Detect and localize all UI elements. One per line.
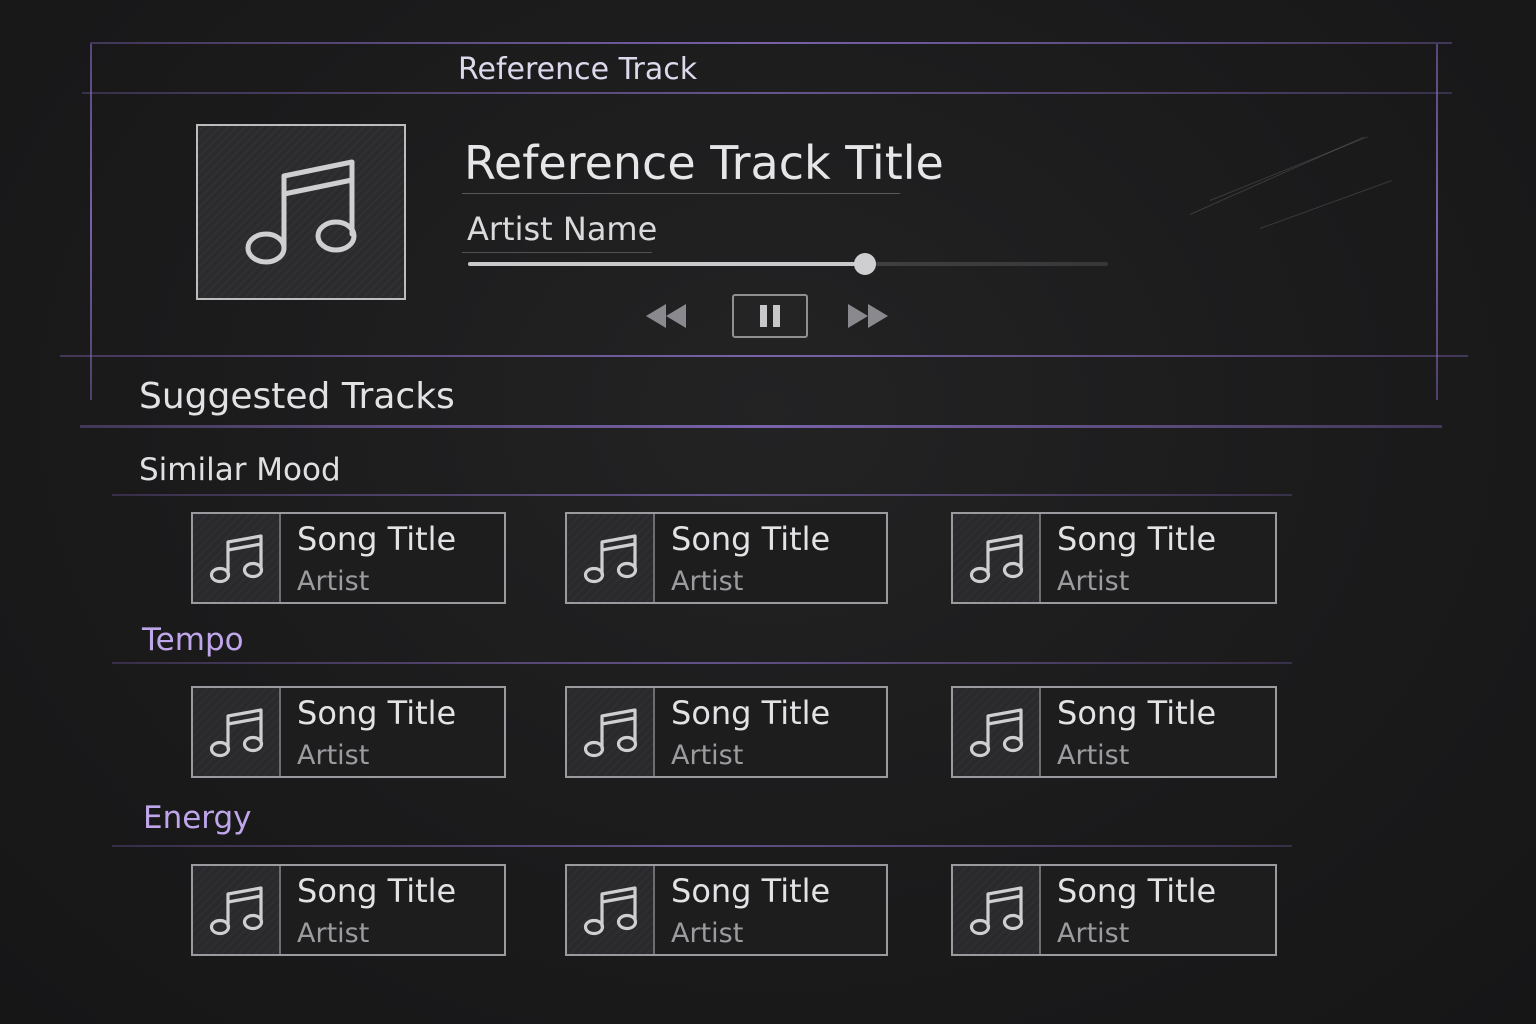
section-divider <box>112 662 1292 664</box>
music-note-icon <box>969 708 1024 758</box>
track-thumbnail <box>193 866 281 954</box>
music-note-icon <box>209 886 264 936</box>
suggested-divider <box>80 425 1442 428</box>
track-thumbnail <box>567 688 655 776</box>
song-artist: Artist <box>297 566 370 597</box>
track-thumbnail <box>953 688 1041 776</box>
reference-track-header: Reference Track <box>458 52 698 87</box>
fast-forward-button[interactable] <box>842 296 894 336</box>
track-card[interactable]: Song Title Artist <box>951 864 1277 956</box>
song-artist: Artist <box>671 740 744 771</box>
pause-icon <box>760 305 780 327</box>
song-title: Song Title <box>297 872 457 910</box>
song-artist: Artist <box>297 740 370 771</box>
panel-top-border <box>90 42 1452 44</box>
song-title: Song Title <box>297 520 457 558</box>
chalk-scribble <box>1209 136 1368 201</box>
song-title: Song Title <box>1057 872 1217 910</box>
music-note-icon <box>583 708 638 758</box>
music-note-icon <box>245 159 357 265</box>
song-title: Song Title <box>671 520 831 558</box>
panel-left-border <box>90 44 92 400</box>
reference-track-title: Reference Track Title <box>464 136 944 190</box>
music-note-icon <box>583 886 638 936</box>
chalk-scribble <box>1259 180 1392 229</box>
panel-right-border <box>1436 44 1438 400</box>
track-card[interactable]: Song Title Artist <box>951 686 1277 778</box>
song-title: Song Title <box>1057 520 1217 558</box>
song-artist: Artist <box>297 918 370 949</box>
track-card[interactable]: Song Title Artist <box>191 512 506 604</box>
fast-forward-icon <box>848 304 888 328</box>
music-note-icon <box>209 534 264 584</box>
track-thumbnail <box>567 866 655 954</box>
section-label-energy: Energy <box>143 800 252 836</box>
song-artist: Artist <box>1057 566 1130 597</box>
song-title: Song Title <box>671 872 831 910</box>
section-divider <box>112 845 1292 847</box>
song-title: Song Title <box>671 694 831 732</box>
progress-bar[interactable] <box>468 253 1108 275</box>
music-note-icon <box>209 708 264 758</box>
track-card[interactable]: Song Title Artist <box>565 686 888 778</box>
progress-slider-knob[interactable] <box>853 253 876 275</box>
track-thumbnail <box>193 514 281 602</box>
reference-album-art <box>196 124 406 300</box>
track-card[interactable]: Song Title Artist <box>191 686 506 778</box>
reference-artist-name: Artist Name <box>467 210 658 248</box>
track-thumbnail <box>193 688 281 776</box>
song-artist: Artist <box>1057 918 1130 949</box>
song-artist: Artist <box>671 918 744 949</box>
song-artist: Artist <box>671 566 744 597</box>
track-thumbnail <box>953 514 1041 602</box>
rewind-icon <box>646 304 686 328</box>
section-divider <box>112 494 1292 496</box>
pause-button[interactable] <box>732 294 808 338</box>
section-label-tempo: Tempo <box>142 622 244 658</box>
music-note-icon <box>969 886 1024 936</box>
track-card[interactable]: Song Title Artist <box>565 512 888 604</box>
panel-header-divider <box>82 92 1452 94</box>
progress-fill <box>468 262 865 266</box>
track-card[interactable]: Song Title Artist <box>951 512 1277 604</box>
track-thumbnail <box>953 866 1041 954</box>
panel-bottom-border <box>60 355 1468 357</box>
track-thumbnail <box>567 514 655 602</box>
artist-underline <box>462 252 652 253</box>
suggested-tracks-title: Suggested Tracks <box>139 376 455 417</box>
song-title: Song Title <box>297 694 457 732</box>
song-artist: Artist <box>1057 740 1130 771</box>
music-note-icon <box>969 534 1024 584</box>
title-underline <box>462 193 900 194</box>
music-note-icon <box>583 534 638 584</box>
song-title: Song Title <box>1057 694 1217 732</box>
track-card[interactable]: Song Title Artist <box>565 864 888 956</box>
track-card[interactable]: Song Title Artist <box>191 864 506 956</box>
section-label-similar-mood: Similar Mood <box>139 452 341 488</box>
rewind-button[interactable] <box>640 296 692 336</box>
app-root: Reference Track Reference Track Title Ar… <box>0 0 1536 1024</box>
